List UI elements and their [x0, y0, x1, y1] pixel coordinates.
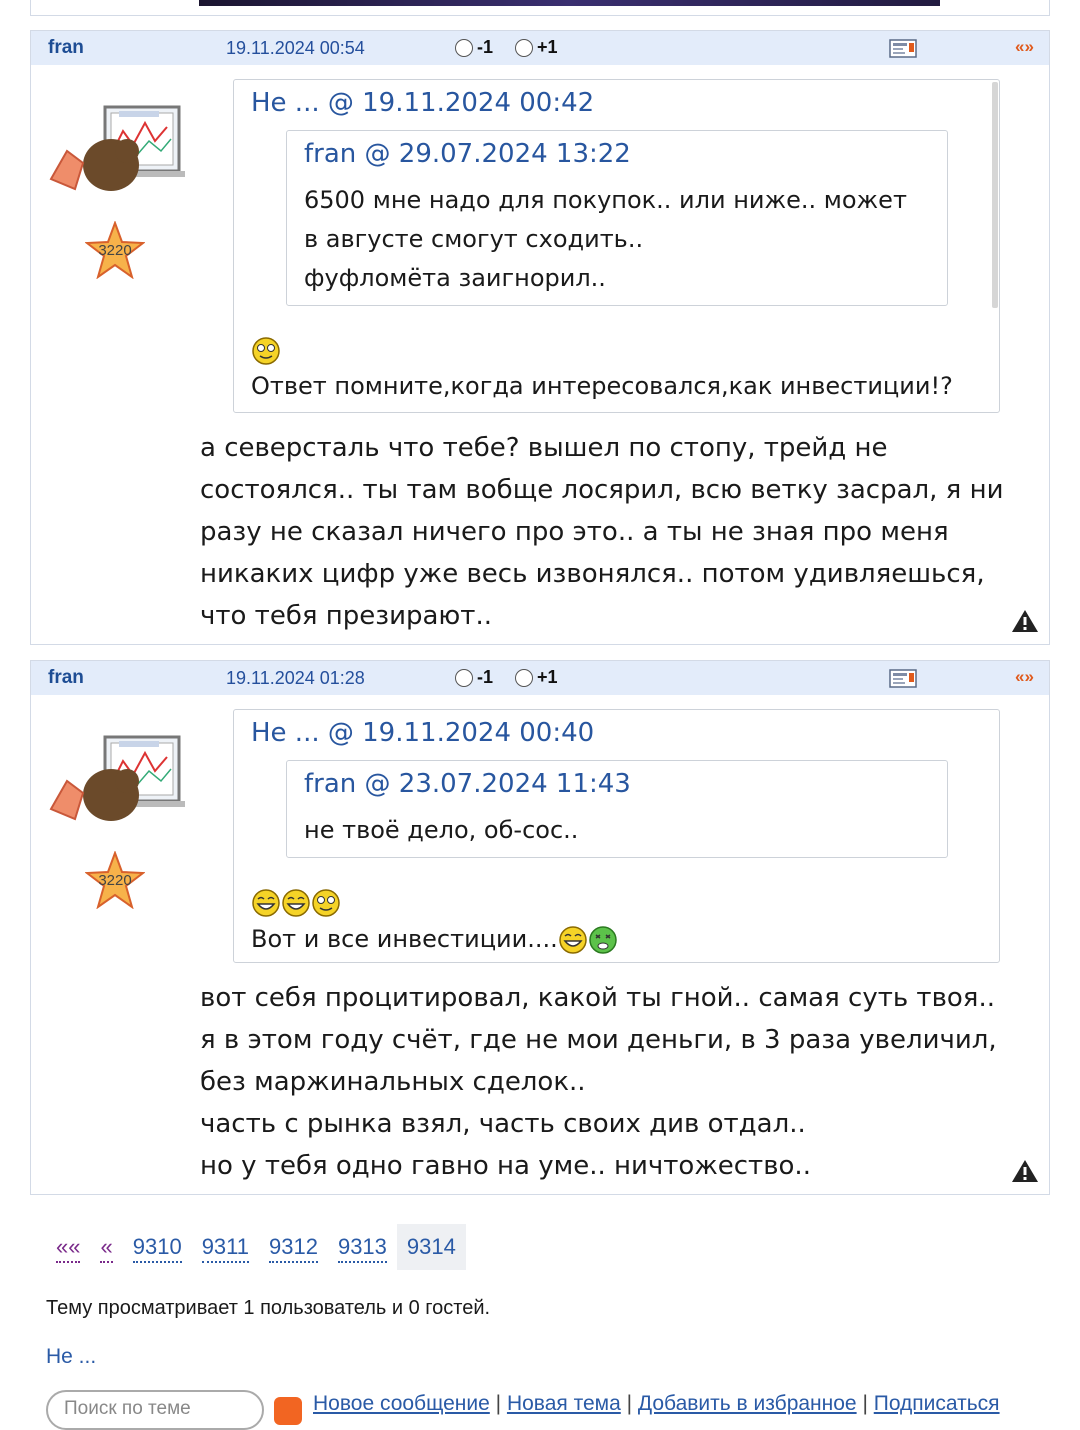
- smiley-icon: [252, 889, 280, 917]
- radio-icon[interactable]: [455, 668, 473, 687]
- viewers-info: Тему просматривает 1 пользователь и 0 го…: [46, 1297, 491, 1319]
- prev-page-link[interactable]: «: [90, 1224, 122, 1270]
- page-link[interactable]: 9310: [123, 1224, 192, 1270]
- rss-icon[interactable]: [274, 1397, 302, 1425]
- separator: |: [489, 1392, 507, 1415]
- message-line: состоялся.. ты там вобще лосярил, всю ве…: [200, 475, 1004, 505]
- current-page: 9314: [396, 1224, 466, 1270]
- page-link[interactable]: 9311: [192, 1224, 259, 1270]
- message-line: вот себя процитировал, какой ты гной.. с…: [200, 983, 995, 1013]
- quote-header[interactable]: Не ... @ 19.11.2024 00:42: [251, 88, 594, 118]
- profile-card-icon[interactable]: [889, 39, 917, 58]
- previous-post-image: [199, 0, 940, 6]
- nested-quote-line: 6500 мне надо для покупок.. или ниже.. м…: [304, 186, 907, 214]
- message-line: что тебя презирают..: [200, 601, 492, 631]
- message-line: я в этом году счёт, где не мои деньги, в…: [200, 1025, 997, 1055]
- subscribe-link[interactable]: Подписаться: [874, 1392, 1000, 1415]
- quote-nav-arrows[interactable]: «»: [1015, 667, 1034, 687]
- nested-quote-block: fran @ 29.07.2024 13:22 6500 мне надо дл…: [286, 130, 948, 306]
- forum-post: fran 19.11.2024 01:28 -1 +1 «» 3220 Не .…: [30, 660, 1050, 1195]
- quote-nav-arrows[interactable]: «»: [1015, 37, 1034, 57]
- quote-block: Не ... @ 19.11.2024 00:40 fran @ 23.07.2…: [233, 709, 1000, 963]
- vote-plus[interactable]: +1: [515, 667, 558, 688]
- smiley-row: [251, 888, 341, 918]
- vote-minus[interactable]: -1: [455, 37, 493, 58]
- radio-icon[interactable]: [515, 668, 533, 687]
- message-line: но у тебя одно гавно на уме.. ничтожеств…: [200, 1151, 811, 1181]
- topic-search-input[interactable]: Поиск по теме: [46, 1390, 264, 1430]
- forum-post: fran 19.11.2024 00:54 -1 +1 «» 3220 Не .…: [30, 30, 1050, 645]
- page-link[interactable]: 9313: [328, 1224, 397, 1270]
- smiley-icon: [252, 337, 280, 365]
- vote-plus[interactable]: +1: [515, 37, 558, 58]
- new-message-link[interactable]: Новое сообщение: [313, 1392, 490, 1415]
- viewer-link[interactable]: Не ...: [46, 1345, 96, 1369]
- post-author[interactable]: fran: [48, 667, 84, 689]
- message-line: никаких цифр уже весь извонялся.. потом …: [200, 559, 985, 589]
- radio-icon[interactable]: [455, 38, 473, 57]
- sick-smiley-icon: [589, 926, 617, 954]
- smiley-icon: [559, 926, 587, 954]
- quote-line: Вот и все инвестиции....: [251, 920, 618, 959]
- separator: |: [856, 1392, 874, 1415]
- warning-icon[interactable]: [1011, 1159, 1039, 1183]
- add-favorite-link[interactable]: Добавить в избранное: [638, 1392, 857, 1415]
- nested-quote-header[interactable]: fran @ 29.07.2024 13:22: [304, 139, 631, 169]
- vote-minus[interactable]: -1: [455, 667, 493, 688]
- separator: |: [620, 1392, 638, 1415]
- post-header: fran 19.11.2024 00:54 -1 +1 «»: [31, 31, 1049, 65]
- star-count: 3220: [98, 242, 131, 259]
- user-avatar[interactable]: [49, 101, 185, 191]
- post-datetime[interactable]: 19.11.2024 00:54: [226, 38, 365, 59]
- page-link[interactable]: 9312: [259, 1224, 328, 1270]
- quote-header[interactable]: Не ... @ 19.11.2024 00:40: [251, 718, 594, 748]
- smiley-icon: [312, 889, 340, 917]
- nested-quote-line: фуфломёта заигнорил..: [304, 264, 606, 292]
- quote-block: Не ... @ 19.11.2024 00:42 fran @ 29.07.2…: [233, 79, 1000, 413]
- nested-quote-line: в августе смогут сходить..: [304, 225, 644, 253]
- first-page-link[interactable]: ««: [46, 1224, 90, 1270]
- post-datetime[interactable]: 19.11.2024 01:28: [226, 668, 365, 689]
- smiley-icon: [282, 889, 310, 917]
- smiley-row: [251, 336, 281, 366]
- quote-scrollbar[interactable]: [992, 82, 998, 308]
- star-icon: 3220: [85, 851, 145, 909]
- warning-icon[interactable]: [1011, 609, 1039, 633]
- nested-quote-block: fran @ 23.07.2024 11:43 не твоё дело, об…: [286, 760, 948, 858]
- message-line: а северсталь что тебе? вышел по стопу, т…: [200, 433, 888, 463]
- footer-links: Новое сообщение | Новая тема | Добавить …: [313, 1392, 1000, 1416]
- star-count: 3220: [98, 872, 131, 889]
- star-icon: 3220: [85, 221, 145, 279]
- new-topic-link[interactable]: Новая тема: [507, 1392, 621, 1415]
- quote-line: Ответ помните,когда интересовался,как ин…: [251, 372, 953, 400]
- message-line: часть с рынка взял, часть своих див отда…: [200, 1109, 806, 1139]
- message-line: разу не сказал ничего про это.. а ты не …: [200, 517, 949, 547]
- radio-icon[interactable]: [515, 38, 533, 57]
- post-author[interactable]: fran: [48, 37, 84, 59]
- user-avatar[interactable]: [49, 731, 185, 821]
- nested-quote-line: не твоё дело, об-сос..: [304, 816, 579, 844]
- post-header: fran 19.11.2024 01:28 -1 +1 «»: [31, 661, 1049, 695]
- profile-card-icon[interactable]: [889, 669, 917, 688]
- pagination: «« « 9310 9311 9312 9313 9314: [46, 1224, 466, 1270]
- message-line: без маржинальных сделок..: [200, 1067, 586, 1097]
- nested-quote-header[interactable]: fran @ 23.07.2024 11:43: [304, 769, 631, 799]
